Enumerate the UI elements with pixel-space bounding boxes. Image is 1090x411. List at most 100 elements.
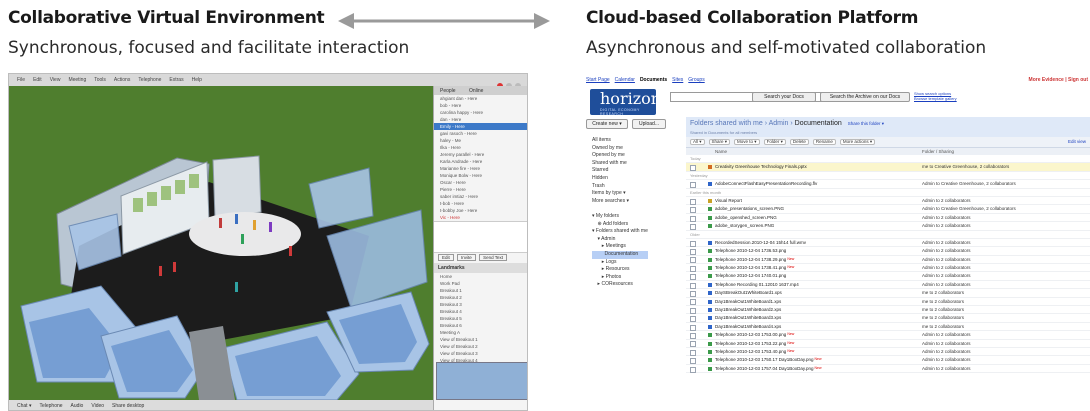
breadcrumb[interactable]: Folders shared with me › Admin › bbox=[690, 120, 793, 127]
row-checkbox[interactable] bbox=[690, 215, 696, 222]
row-checkbox[interactable] bbox=[690, 333, 696, 339]
landmark-item[interactable]: Breakout 4 bbox=[434, 308, 527, 315]
col-owner[interactable]: Folder / Sharing bbox=[922, 149, 954, 154]
person-item[interactable]: saber imtiaz - Here bbox=[434, 193, 527, 200]
person-item[interactable]: Emily - Here bbox=[434, 123, 527, 130]
person-item[interactable]: Marianne fire - Here bbox=[434, 165, 527, 172]
template-gallery-link[interactable]: Browse template gallery bbox=[914, 96, 957, 101]
person-item[interactable]: Karla Andrade - Here bbox=[434, 158, 527, 165]
nav-item[interactable]: ⊕ Add folders bbox=[592, 221, 648, 229]
file-row[interactable]: Telephone 2010-12-03 1757.04 Day1BoxDay.… bbox=[686, 365, 1090, 374]
row-checkbox[interactable] bbox=[690, 249, 696, 256]
nav-item[interactable]: Shared with me bbox=[592, 160, 648, 168]
rename-button[interactable]: Rename bbox=[812, 139, 836, 145]
person-item[interactable]: carolina happy - Here bbox=[434, 109, 527, 116]
nav-item[interactable]: ▾ Folders shared with me bbox=[592, 228, 648, 236]
file-row[interactable]: DaySBreakOut1WhiteBoard1.xps me to 2 coll… bbox=[686, 289, 1090, 298]
row-checkbox[interactable] bbox=[690, 181, 696, 188]
status-control[interactable]: Video bbox=[91, 403, 104, 409]
row-checkbox[interactable] bbox=[690, 274, 696, 281]
file-row[interactable]: Creativity Greenhouse Technology Finals.… bbox=[686, 163, 1090, 172]
landmark-item[interactable]: Breakout 1 bbox=[434, 287, 527, 294]
person-item[interactable]: Jeremy parallel - Here bbox=[434, 151, 527, 158]
nav-item[interactable]: ▾ Admin bbox=[592, 236, 648, 244]
file-row[interactable]: AdobeConnectFlashEasyPresentationRecordi… bbox=[686, 180, 1090, 189]
invite-button[interactable]: Invite bbox=[457, 254, 476, 261]
upload-button[interactable]: Upload... bbox=[632, 119, 666, 129]
person-item[interactable]: t-bob - Here bbox=[434, 200, 527, 207]
person-item[interactable]: gavi rasoch - Here bbox=[434, 130, 527, 137]
menu-item[interactable]: Actions bbox=[114, 77, 130, 83]
file-name[interactable]: Telephone 2010-12-04 1738.41.pngNew bbox=[715, 265, 794, 270]
landmark-item[interactable]: Breakout 3 bbox=[434, 301, 527, 308]
file-name[interactable]: Creativity Greenhouse Technology Finals.… bbox=[715, 164, 807, 169]
share-folder-link[interactable]: Share this folder ▾ bbox=[848, 121, 884, 126]
top-nav-link[interactable]: Start Page bbox=[586, 77, 610, 83]
file-row[interactable]: Telephone Recording 01.12010 1637.mp4 Adm… bbox=[686, 281, 1090, 290]
file-name[interactable]: Day1BreakOut1WhiteBoard1.xps bbox=[715, 299, 781, 304]
top-nav-link[interactable]: Groups bbox=[688, 77, 704, 83]
file-name[interactable]: Telephone 2010-12-04 1740.01.png bbox=[715, 273, 786, 278]
edit-view-link[interactable]: Edit view bbox=[1068, 139, 1086, 144]
landmark-item[interactable]: Breakout 5 bbox=[434, 315, 527, 322]
file-name[interactable]: Day1BreakOut1WhiteBoard3.xps bbox=[715, 315, 781, 320]
row-checkbox[interactable] bbox=[690, 257, 696, 264]
file-name[interactable]: adobe_openshed_screen.PNG bbox=[715, 215, 777, 220]
more-actions-button[interactable]: More actions ▾ bbox=[839, 139, 876, 145]
person-item[interactable]: Oscar - Here bbox=[434, 179, 527, 186]
row-checkbox[interactable] bbox=[690, 265, 696, 272]
file-row[interactable]: adobe_openshed_screen.PNG Admin to 2 coll… bbox=[686, 214, 1090, 223]
file-name[interactable]: RecordedSession.2010-12-04 15h14 full.wm… bbox=[715, 240, 806, 245]
nav-item[interactable]: ▾ My folders bbox=[592, 213, 648, 221]
person-item[interactable]: t-bobby Joe - Here bbox=[434, 207, 527, 214]
file-row[interactable]: adobe_storygen_screen.PNG Admin to 2 coll… bbox=[686, 222, 1090, 231]
nav-item[interactable]: Starred bbox=[592, 167, 648, 175]
move-to-button[interactable]: Move to ▾ bbox=[734, 139, 760, 145]
person-item[interactable]: ahgiant dan - Here bbox=[434, 95, 527, 102]
file-name[interactable]: adobe_presentations_screen.PNG bbox=[715, 206, 784, 211]
file-name[interactable]: Telephone 2010-12-04 1738.29.pngNew bbox=[715, 257, 794, 262]
nav-item[interactable]: Documentation bbox=[592, 250, 648, 259]
nav-item[interactable]: ▸ Resources bbox=[592, 266, 648, 274]
row-checkbox[interactable] bbox=[690, 207, 696, 214]
row-checkbox[interactable] bbox=[690, 358, 696, 365]
file-row[interactable]: Visual Report Admin to 2 collaborators bbox=[686, 197, 1090, 206]
nav-item[interactable]: Items by type ▾ bbox=[592, 190, 648, 198]
file-row[interactable]: Day1BreakOut1WhiteBoard1.xps me to 2 coll… bbox=[686, 298, 1090, 307]
file-row[interactable]: Telephone 2010-12-03 1753.22.pngNew Admin… bbox=[686, 340, 1090, 348]
row-checkbox[interactable] bbox=[690, 349, 696, 356]
menu-item[interactable]: Help bbox=[192, 77, 202, 83]
select-all-button[interactable]: All ▾ bbox=[690, 139, 705, 145]
landmark-item[interactable]: View of Breakout 1 bbox=[434, 336, 527, 343]
row-checkbox[interactable] bbox=[690, 307, 696, 314]
file-name[interactable]: Telephone 2010-12-03 1753.40.pngNew bbox=[715, 349, 794, 354]
menu-item[interactable]: Meeting bbox=[68, 77, 86, 83]
account-links[interactable]: More Evidence | Sign out bbox=[1029, 77, 1088, 83]
status-control[interactable]: Telephone bbox=[39, 403, 62, 409]
menu-item[interactable]: File bbox=[17, 77, 25, 83]
people-tabs[interactable]: People Online bbox=[434, 86, 527, 95]
menu-item[interactable]: Extras bbox=[169, 77, 183, 83]
menu-item[interactable]: Edit bbox=[33, 77, 42, 83]
landmark-item[interactable]: Meeting A bbox=[434, 329, 527, 336]
row-checkbox[interactable] bbox=[690, 324, 696, 331]
folder-button[interactable]: Folder ▾ bbox=[763, 139, 786, 145]
file-name[interactable]: Telephone 2010-12-03 1750.17 Day1BoxDay.… bbox=[715, 357, 822, 362]
file-row[interactable]: Day1BreakOut1WhiteBoard4.xps me to 2 coll… bbox=[686, 323, 1090, 332]
nav-item[interactable]: ▸ Logs bbox=[592, 259, 648, 267]
landmark-item[interactable]: Work Pad bbox=[434, 280, 527, 287]
row-checkbox[interactable] bbox=[690, 341, 696, 348]
person-item[interactable]: dan - Here bbox=[434, 116, 527, 123]
person-item[interactable]: haley - Me bbox=[434, 137, 527, 144]
create-new-button[interactable]: Create new ▾ bbox=[586, 119, 628, 129]
landmark-item[interactable]: View of Breakout 2 bbox=[434, 343, 527, 350]
status-control[interactable]: Share desktop bbox=[112, 403, 144, 409]
file-name[interactable]: AdobeConnectFlashEasyPresentationRecordi… bbox=[715, 181, 817, 186]
file-name[interactable]: Telephone 2010-12-03 1757.04 Day1BoxDay.… bbox=[715, 366, 822, 371]
file-name[interactable]: adobe_storygen_screen.PNG bbox=[715, 223, 774, 228]
chat-input[interactable] bbox=[434, 221, 527, 253]
file-name[interactable]: Day1BreakOut1WhiteBoard2.xps bbox=[715, 307, 781, 312]
top-nav-link[interactable]: Calendar bbox=[615, 77, 635, 83]
file-row[interactable]: Day1BreakOut1WhiteBoard3.xps me to 2 coll… bbox=[686, 314, 1090, 323]
file-name[interactable]: Telephone Recording 01.12010 1637.mp4 bbox=[715, 282, 799, 287]
